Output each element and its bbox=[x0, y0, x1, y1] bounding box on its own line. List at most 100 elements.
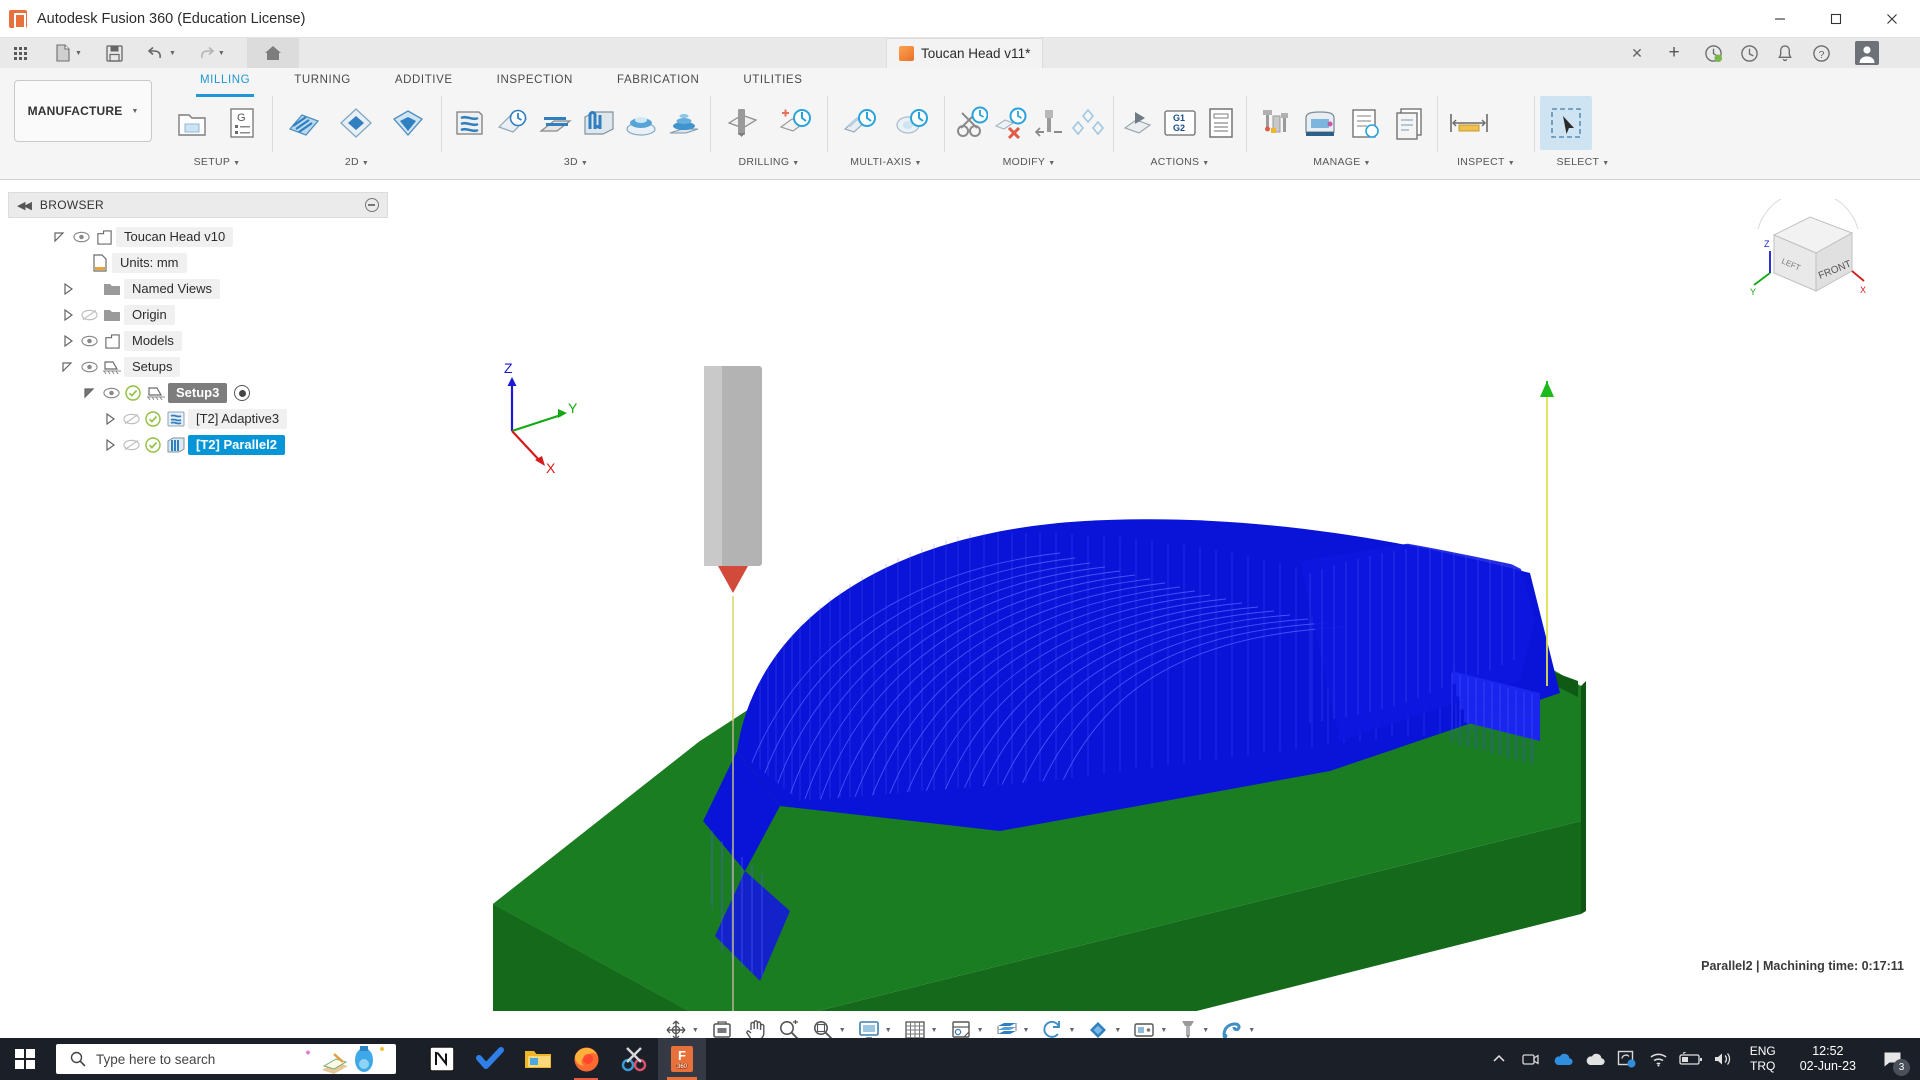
taskbar-app-todoist[interactable] bbox=[466, 1038, 514, 1080]
taskbar-app-fusion360[interactable]: F 360 bbox=[658, 1038, 706, 1080]
taskbar-app-notion[interactable] bbox=[418, 1038, 466, 1080]
wifi-icon[interactable] bbox=[1644, 1038, 1674, 1080]
workspace-selector[interactable]: MANUFACTURE ▼ bbox=[14, 80, 152, 142]
setup-sheet-icon[interactable] bbox=[1200, 96, 1241, 150]
nav-viewports-caret-icon[interactable]: ▼ bbox=[977, 1027, 984, 1034]
nav-grid-caret-icon[interactable]: ▼ bbox=[931, 1027, 938, 1034]
setup-new-setup-icon[interactable] bbox=[167, 96, 217, 150]
trim-scissors-icon[interactable] bbox=[950, 96, 990, 150]
select-tool-icon[interactable] bbox=[1540, 96, 1592, 150]
document-tab[interactable]: Toucan Head v11* bbox=[886, 38, 1044, 68]
tree-item-root[interactable]: Toucan Head v10 bbox=[8, 224, 388, 250]
tree-item-models[interactable]: Models bbox=[8, 328, 388, 354]
tree-item-units[interactable]: Units: mm bbox=[8, 250, 388, 276]
visibility-eye-icon[interactable] bbox=[78, 361, 100, 373]
tab-inspection[interactable]: INSPECTION bbox=[475, 70, 595, 94]
active-setup-radio[interactable] bbox=[234, 385, 251, 401]
visibility-eye-icon[interactable] bbox=[70, 231, 92, 243]
onedrive-white-icon[interactable] bbox=[1580, 1038, 1610, 1080]
new-file-caret-icon[interactable]: ▼ bbox=[75, 50, 82, 57]
onedrive-blue-icon[interactable] bbox=[1548, 1038, 1578, 1080]
expand-arrow-icon[interactable] bbox=[60, 359, 76, 375]
taskbar-app-scissors[interactable] bbox=[610, 1038, 658, 1080]
notifications-icon[interactable] bbox=[1772, 41, 1798, 65]
undo-button[interactable]: ▼ bbox=[141, 38, 182, 68]
nav-display-caret-icon[interactable]: ▼ bbox=[885, 1027, 892, 1034]
nav-toolpath-caret-icon[interactable]: ▼ bbox=[1248, 1027, 1255, 1034]
scallop3d-icon[interactable] bbox=[619, 96, 662, 150]
undo-caret-icon[interactable]: ▼ bbox=[169, 50, 176, 57]
tab-fabrication[interactable]: FABRICATION bbox=[595, 70, 721, 94]
toolpath-pattern-icon[interactable] bbox=[1069, 96, 1109, 150]
delete-toolpath-icon[interactable] bbox=[990, 96, 1030, 150]
minimize-button[interactable] bbox=[1752, 0, 1808, 38]
drill-new-icon[interactable] bbox=[768, 96, 820, 150]
volume-icon[interactable] bbox=[1708, 1038, 1738, 1080]
maximize-button[interactable] bbox=[1808, 0, 1864, 38]
tool-library-icon[interactable] bbox=[1252, 96, 1297, 150]
contour3d-icon[interactable] bbox=[490, 96, 533, 150]
document-tab-close-icon[interactable]: ✕ bbox=[1628, 44, 1646, 62]
visibility-eye-icon[interactable] bbox=[100, 387, 122, 399]
save-button[interactable] bbox=[100, 38, 129, 68]
help-icon[interactable]: ? bbox=[1808, 41, 1834, 65]
adaptive-clearing-icon[interactable] bbox=[330, 96, 382, 150]
spiral3d-icon[interactable] bbox=[662, 96, 705, 150]
tree-item-origin[interactable]: Origin bbox=[8, 302, 388, 328]
tool-change-icon[interactable] bbox=[1029, 96, 1069, 150]
taskbar-app-firefox[interactable] bbox=[562, 1038, 610, 1080]
expand-arrow-icon[interactable] bbox=[102, 411, 118, 427]
nav-refresh-caret-icon[interactable]: ▼ bbox=[1068, 1027, 1075, 1034]
post-library-icon[interactable] bbox=[1342, 96, 1387, 150]
collapse-browser-icon[interactable]: ◀◀ bbox=[17, 199, 32, 212]
tab-milling[interactable]: MILLING bbox=[178, 70, 272, 97]
redo-button[interactable]: ▼ bbox=[190, 38, 231, 68]
taskbar-app-file-explorer[interactable] bbox=[514, 1038, 562, 1080]
measure-icon[interactable] bbox=[1443, 96, 1495, 150]
post-process-icon[interactable]: G1 G2 bbox=[1160, 96, 1201, 150]
visibility-eye-icon[interactable] bbox=[78, 335, 100, 347]
job-status-icon[interactable] bbox=[1700, 41, 1726, 65]
expand-arrow-icon[interactable] bbox=[52, 229, 68, 245]
tree-item-setup3[interactable]: Setup3 bbox=[8, 380, 388, 406]
start-button[interactable] bbox=[0, 1038, 50, 1080]
browser-minimize-icon[interactable] bbox=[365, 198, 379, 212]
nav-object-visibility-caret-icon[interactable]: ▼ bbox=[1114, 1027, 1121, 1034]
parallel3d-icon[interactable] bbox=[576, 96, 619, 150]
close-button[interactable] bbox=[1864, 0, 1920, 38]
screen-record-icon[interactable] bbox=[1516, 1038, 1546, 1080]
taskbar-search[interactable]: Type here to search bbox=[56, 1044, 396, 1074]
machine-library-icon[interactable] bbox=[1297, 96, 1342, 150]
visibility-eye-off-icon[interactable] bbox=[120, 413, 142, 425]
view-cube[interactable]: FRONT LEFT Y Z X bbox=[1748, 190, 1868, 314]
expand-arrow-icon[interactable] bbox=[60, 281, 76, 297]
nav-orbit-caret-icon[interactable]: ▼ bbox=[692, 1027, 699, 1034]
expand-arrow-icon[interactable] bbox=[82, 385, 98, 401]
new-file-button[interactable]: ▼ bbox=[49, 38, 88, 68]
pocket-toolpath-icon[interactable] bbox=[382, 96, 434, 150]
workspace-caret-icon[interactable]: ▼ bbox=[131, 108, 138, 115]
home-button[interactable] bbox=[246, 38, 299, 68]
tree-item-setups[interactable]: Setups bbox=[8, 354, 388, 380]
horizontal3d-icon[interactable] bbox=[533, 96, 576, 150]
nav-machine-caret-icon[interactable]: ▼ bbox=[1160, 1027, 1167, 1034]
simulate-icon[interactable] bbox=[1119, 96, 1160, 150]
tab-turning[interactable]: TURNING bbox=[272, 70, 373, 94]
expand-arrow-icon[interactable] bbox=[60, 307, 76, 323]
visibility-eye-off-icon[interactable] bbox=[120, 439, 142, 451]
recent-icon[interactable] bbox=[1736, 41, 1762, 65]
visibility-eye-off-icon[interactable] bbox=[78, 309, 100, 321]
face-toolpath-icon[interactable] bbox=[278, 96, 330, 150]
multiaxis-contour-icon[interactable] bbox=[885, 96, 937, 150]
sync-icon[interactable] bbox=[1612, 1038, 1642, 1080]
nav-section-caret-icon[interactable]: ▼ bbox=[1023, 1027, 1030, 1034]
tree-item-adaptive3[interactable]: [T2] Adaptive3 bbox=[8, 406, 388, 432]
app-grid-icon[interactable] bbox=[8, 38, 33, 68]
nav-tool-caret-icon[interactable]: ▼ bbox=[1202, 1027, 1209, 1034]
account-avatar-icon[interactable] bbox=[1852, 41, 1882, 65]
battery-icon[interactable] bbox=[1676, 1038, 1706, 1080]
language-indicator[interactable]: ENG TRQ bbox=[1740, 1044, 1786, 1074]
expand-arrow-icon[interactable] bbox=[60, 333, 76, 349]
tab-utilities[interactable]: UTILITIES bbox=[721, 70, 824, 94]
redo-caret-icon[interactable]: ▼ bbox=[218, 50, 225, 57]
